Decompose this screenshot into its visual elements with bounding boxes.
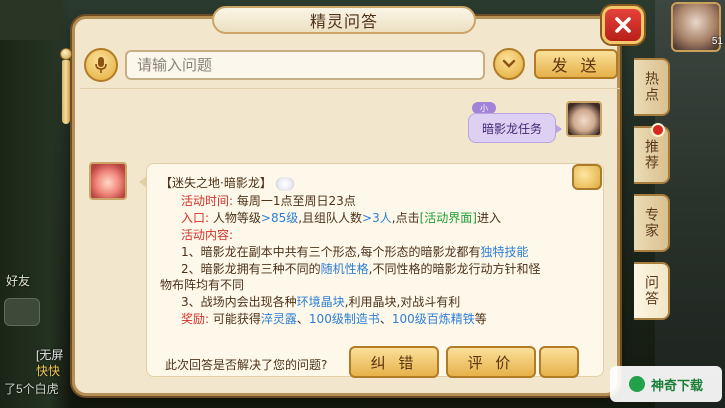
dialog-title: 精灵问答 xyxy=(309,12,378,31)
entry-team-text: ,且组队人数 xyxy=(298,211,363,225)
reward-item-1: 淬灵露 xyxy=(260,312,297,326)
history-dropdown-button[interactable] xyxy=(493,48,525,80)
entry-click-text: ,点击 xyxy=(391,211,420,225)
notification-dot xyxy=(651,123,665,137)
chevron-down-icon xyxy=(502,59,516,68)
send-button[interactable]: 发 送 xyxy=(534,49,618,79)
item1-text: 1、暗影龙在副本中共有三个形态,每个形态的暗影龙都有 xyxy=(181,245,481,259)
reward-label: 奖励: xyxy=(181,312,210,326)
tassel xyxy=(62,60,70,124)
content-label: 活动内容: xyxy=(181,228,234,242)
reward-item-2: 100级制造书 xyxy=(308,312,380,326)
time-value: 每周一1点至周日23点 xyxy=(236,194,356,208)
player-level: 51 xyxy=(711,36,723,47)
tab-qa[interactable]: 问答 xyxy=(634,262,670,320)
answer-item-3: 3、战场内会出现各种环境晶块,利用晶块,对战斗有利 xyxy=(181,293,460,310)
reward-item-3: 100级百炼精铁 xyxy=(391,312,475,326)
chat-icon[interactable] xyxy=(4,298,40,326)
hud-chat-line: [无屏 xyxy=(36,348,64,362)
time-label: 活动时间: xyxy=(181,194,234,208)
panel-tassel-decoration xyxy=(58,48,74,128)
close-icon xyxy=(615,17,631,33)
answer-item-2: 2、暗影龙拥有三种不同的随机性格,不同性格的暗影龙行动方针和怪 xyxy=(181,260,540,277)
item2-highlight: 随机性格 xyxy=(320,262,369,276)
hud-chat-line: 了5个白虎 xyxy=(4,382,59,396)
user-message-bubble: 暗影龙任务 xyxy=(468,113,562,143)
activity-interface-link[interactable]: [活动界面] xyxy=(420,211,477,225)
user-message-text: 暗影龙任务 xyxy=(481,121,542,136)
pet-icon xyxy=(275,176,294,191)
answer-title-line: 【迷失之地·暗影龙】 xyxy=(160,174,294,191)
dialog-title-bar: 精灵问答 xyxy=(212,6,476,34)
tab-expert[interactable]: 专家 xyxy=(634,194,670,252)
more-button[interactable] xyxy=(539,346,579,378)
assistant-avatar xyxy=(89,162,127,200)
hud-chat-line: 快快 xyxy=(36,364,61,378)
question-input[interactable] xyxy=(125,50,485,80)
top-left-hud xyxy=(0,0,62,40)
hud-friend-label: 好友 xyxy=(6,274,31,288)
microphone-icon xyxy=(95,57,107,73)
entry-level-value: >85级 xyxy=(260,211,299,225)
correct-error-button[interactable]: 纠 错 xyxy=(349,346,439,378)
tassel-knob xyxy=(60,48,72,60)
reward-prefix: 可能获得 xyxy=(212,312,261,326)
item1-highlight: 独特技能 xyxy=(480,245,529,259)
answer-content-label-line: 活动内容: xyxy=(181,226,233,243)
feedback-question: 此次回答是否解决了您的问题? xyxy=(165,358,328,372)
entry-label: 入口: xyxy=(181,211,210,225)
entry-level-text: 人物等级 xyxy=(212,211,261,225)
user-avatar xyxy=(566,101,602,137)
answer-title: 【迷失之地·暗影龙】 xyxy=(160,176,272,190)
watermark: 神奇下载 xyxy=(610,366,722,402)
item2-line2: 物布阵均有不同 xyxy=(160,278,245,292)
entry-end: 进入 xyxy=(476,211,501,225)
reward-end: 等 xyxy=(474,312,487,326)
item3-text: 3、战场内会出现各种 xyxy=(181,295,297,309)
answer-item-1: 1、暗影龙在副本中共有三个形态,每个形态的暗影龙都有独特技能 xyxy=(181,243,528,260)
item3-suffix: ,利用晶块,对战斗有利 xyxy=(344,295,461,309)
notepad-icon[interactable] xyxy=(572,164,602,190)
voice-input-button[interactable] xyxy=(84,48,118,82)
item3-highlight: 环境晶块 xyxy=(296,295,345,309)
watermark-logo-icon xyxy=(628,376,645,392)
close-button[interactable] xyxy=(602,6,644,44)
item2-text: 2、暗影龙拥有三种不同的 xyxy=(181,262,321,276)
answer-item-2-continued: 物布阵均有不同 xyxy=(160,276,244,293)
entry-team-value: >3人 xyxy=(362,211,392,225)
rate-button[interactable]: 评 价 xyxy=(446,346,536,378)
tab-hot[interactable]: 热点 xyxy=(634,58,670,116)
answer-time-line: 活动时间: 每周一1点至周日23点 xyxy=(181,192,356,209)
watermark-text: 神奇下载 xyxy=(650,378,703,394)
answer-entry-line: 入口: 人物等级>85级,且组队人数>3人,点击[活动界面]进入 xyxy=(181,209,501,226)
answer-reward-line: 奖励: 可能获得淬灵露、100级制造书、100级百炼精铁等 xyxy=(181,312,487,326)
item2-suffix: ,不同性格的暗影龙行动方针和怪 xyxy=(368,262,541,276)
